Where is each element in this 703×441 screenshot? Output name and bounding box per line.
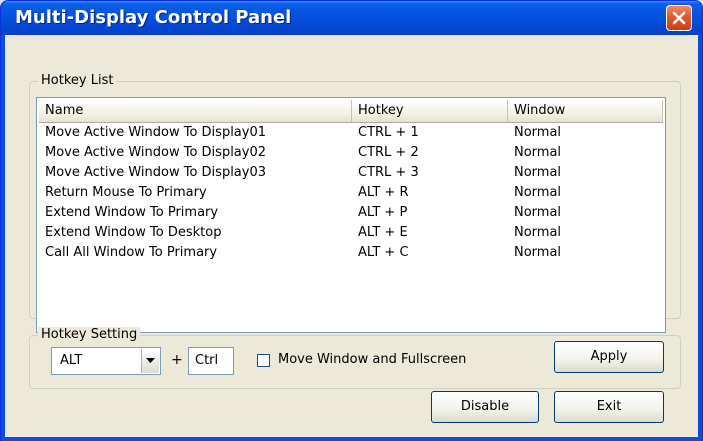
fullscreen-checkbox[interactable] <box>257 354 270 367</box>
row-name-cell: Extend Window To Primary <box>45 205 219 220</box>
row-hotkey-cell: ALT + C <box>358 245 409 260</box>
row-name-cell: Move Active Window To Display02 <box>45 145 267 160</box>
key-value: Ctrl <box>195 353 219 368</box>
apply-button[interactable]: Apply <box>554 341 664 373</box>
title-bar[interactable]: Multi-Display Control Panel <box>1 1 702 35</box>
exit-button[interactable]: Exit <box>554 391 664 423</box>
disable-button[interactable]: Disable <box>431 391 539 423</box>
row-window-cell: Normal <box>514 145 562 160</box>
modifier-value: ALT <box>60 353 83 368</box>
column-header-hotkey[interactable]: Hotkey <box>352 100 508 122</box>
close-button[interactable] <box>666 5 692 31</box>
row-hotkey-cell: CTRL + 1 <box>358 125 419 140</box>
list-item[interactable]: Move Active Window To Display03 CTRL + 3 N… <box>39 163 663 183</box>
row-window-cell: Normal <box>514 225 562 240</box>
row-hotkey-cell: CTRL + 3 <box>358 165 419 180</box>
listview-header: Name Hotkey Window <box>39 100 663 123</box>
hotkey-listview[interactable]: Name Hotkey Window Move Active Window To… <box>36 97 666 333</box>
list-item[interactable]: Return Mouse To Primary ALT + R Normal <box>39 183 663 203</box>
list-item[interactable]: Extend Window To Desktop ALT + E Normal <box>39 223 663 243</box>
dropdown-button[interactable] <box>141 349 159 373</box>
listview-rows: Move Active Window To Display01 CTRL + 1 N… <box>39 123 663 263</box>
close-icon <box>672 11 686 25</box>
key-input[interactable]: Ctrl <box>188 347 234 375</box>
row-window-cell: Normal <box>514 165 562 180</box>
dialog-window: Multi-Display Control Panel Hotkey List … <box>0 0 703 441</box>
row-window-cell: Normal <box>514 185 562 200</box>
window-title: Multi-Display Control Panel <box>15 7 292 28</box>
row-name-cell: Move Active Window To Display03 <box>45 165 267 180</box>
row-window-cell: Normal <box>514 245 562 260</box>
hotkey-setting-label: Hotkey Setting <box>38 327 141 343</box>
row-window-cell: Normal <box>514 205 562 220</box>
modifier-combobox[interactable]: ALT <box>51 347 161 375</box>
row-name-cell: Move Active Window To Display01 <box>45 125 267 140</box>
row-name-cell: Call All Window To Primary <box>45 245 218 260</box>
row-hotkey-cell: ALT + E <box>358 225 408 240</box>
row-name-cell: Return Mouse To Primary <box>45 185 207 200</box>
list-item[interactable]: Move Active Window To Display01 CTRL + 1 N… <box>39 123 663 143</box>
row-hotkey-cell: CTRL + 2 <box>358 145 419 160</box>
list-item[interactable]: Extend Window To Primary ALT + P Normal <box>39 203 663 223</box>
row-hotkey-cell: ALT + P <box>358 205 408 220</box>
plus-sign: + <box>171 352 183 368</box>
list-item[interactable]: Call All Window To Primary ALT + C Normal <box>39 243 663 263</box>
column-header-window[interactable]: Window <box>508 100 663 122</box>
column-header-name[interactable]: Name <box>39 100 352 122</box>
row-window-cell: Normal <box>514 125 562 140</box>
list-item[interactable]: Move Active Window To Display02 CTRL + 2 N… <box>39 143 663 163</box>
row-name-cell: Extend Window To Desktop <box>45 225 222 240</box>
row-hotkey-cell: ALT + R <box>358 185 409 200</box>
fullscreen-checkbox-label[interactable]: Move Window and Fullscreen <box>278 352 466 367</box>
chevron-down-icon <box>146 358 155 363</box>
hotkey-list-label: Hotkey List <box>38 73 117 89</box>
